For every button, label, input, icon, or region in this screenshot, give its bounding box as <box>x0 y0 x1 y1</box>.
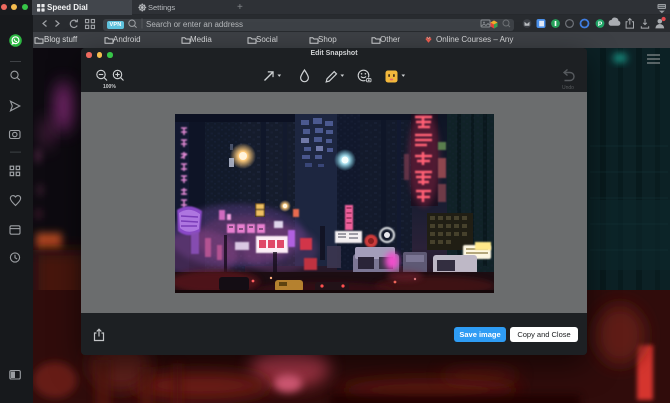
svg-text:P: P <box>598 21 603 28</box>
